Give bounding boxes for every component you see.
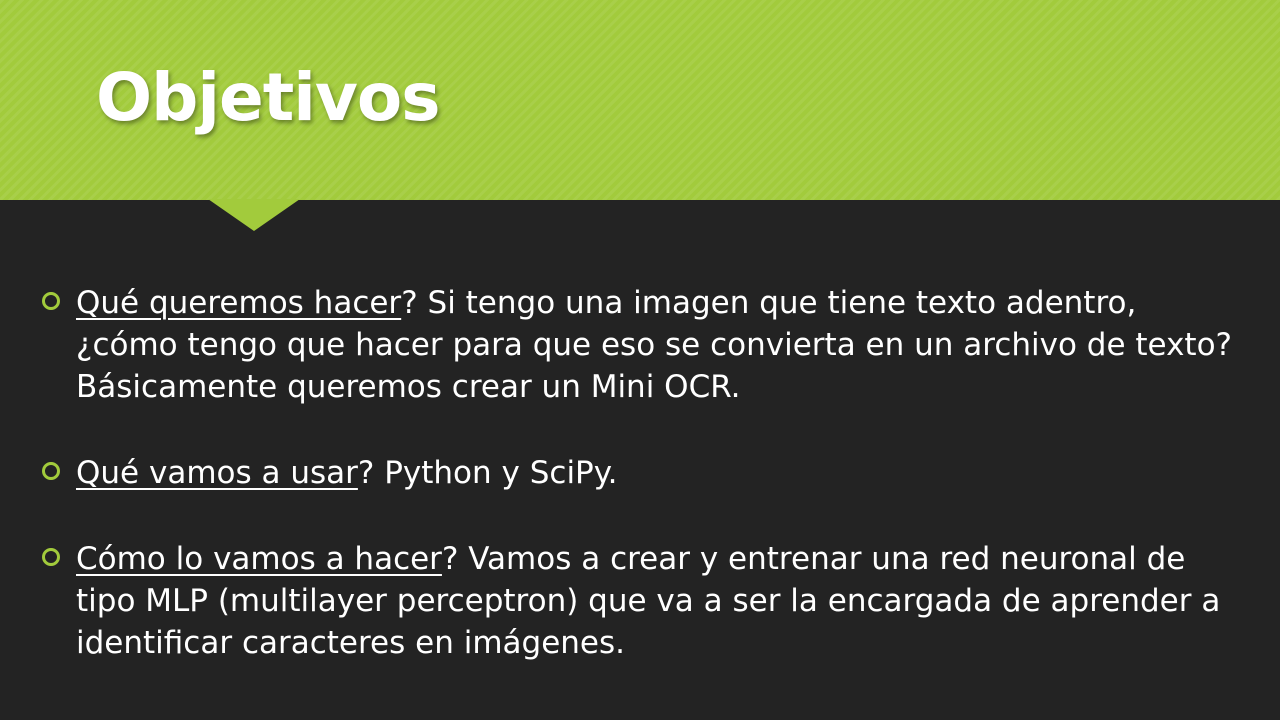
bullet-list: Qué queremos hacer? Si tengo una imagen … — [40, 282, 1240, 708]
bullet-text: Python y SciPy. — [374, 455, 618, 491]
bullet-lead-suffix: ? — [441, 541, 459, 577]
hollow-circle-bullet-icon — [42, 548, 60, 566]
header-notch — [208, 199, 300, 231]
slide-title: Objetivos — [96, 59, 441, 136]
bullet-lead: Cómo lo vamos a hacer — [76, 541, 442, 577]
bullet-item-que-vamos-a-usar: Qué vamos a usar? Python y SciPy. — [40, 452, 1240, 494]
bullet-item-que-queremos-hacer: Qué queremos hacer? Si tengo una imagen … — [40, 282, 1240, 408]
bullet-lead-suffix: ? — [357, 455, 375, 491]
bullet-lead-suffix: ? — [401, 285, 418, 321]
bullet-lead: Qué queremos hacer — [76, 285, 402, 321]
hollow-circle-bullet-icon — [42, 292, 60, 310]
hollow-circle-bullet-icon — [42, 462, 60, 480]
bullet-item-como-lo-vamos-a-hacer: Cómo lo vamos a hacer? Vamos a crear y e… — [40, 538, 1240, 664]
bullet-lead: Qué vamos a usar — [76, 455, 358, 491]
slide: Objetivos Qué queremos hacer? Si tengo u… — [0, 0, 1280, 720]
